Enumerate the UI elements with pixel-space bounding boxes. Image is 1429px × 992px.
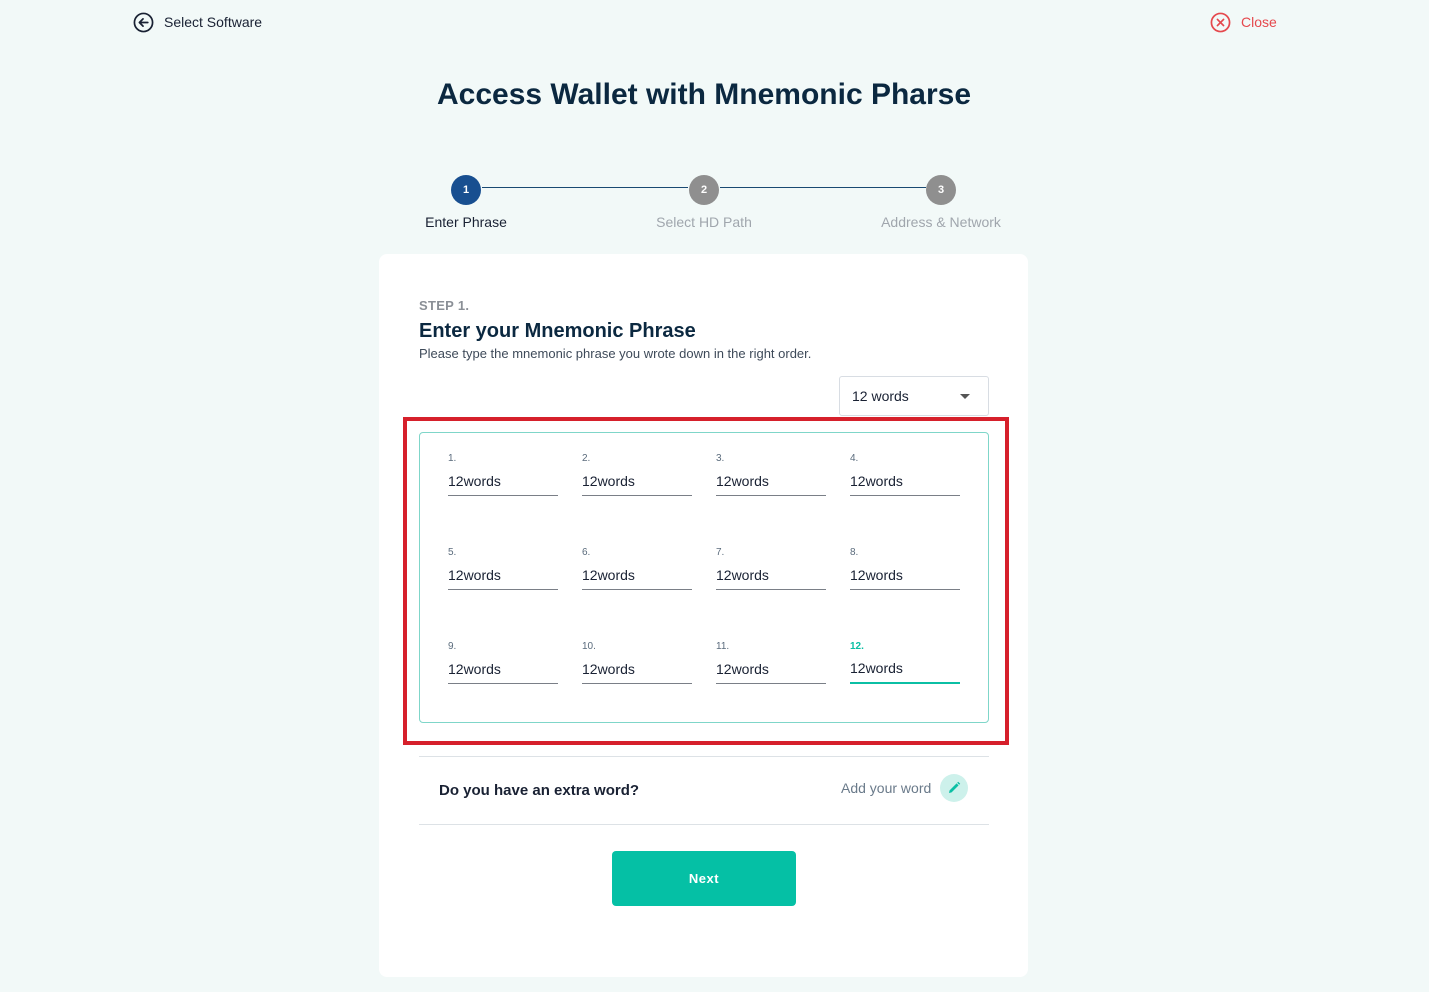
word-count-select[interactable]: 12 words xyxy=(839,376,989,416)
word-input[interactable] xyxy=(850,560,960,590)
word-input[interactable] xyxy=(582,654,692,684)
add-extra-word-button[interactable]: Add your word xyxy=(841,774,969,802)
page-title: Access Wallet with Mnemonic Pharse xyxy=(436,78,972,111)
word-number-label: 3. xyxy=(716,453,725,464)
word-number-label: 6. xyxy=(582,547,591,558)
card-heading: Enter your Mnemonic Phrase xyxy=(419,320,696,342)
word-field: 2. xyxy=(582,453,692,499)
extra-word-question: Do you have an extra word? xyxy=(439,782,640,799)
word-field: 11. xyxy=(716,641,826,687)
back-label: Select Software xyxy=(164,14,263,30)
step-2-indicator: 2 xyxy=(689,175,719,205)
step-3-label: Address & Network xyxy=(881,214,1001,230)
mnemonic-words-grid: 1. 2. 3. 4. 5. 6. 7. 8. xyxy=(419,432,989,723)
word-field-focused: 12. xyxy=(850,641,960,687)
divider xyxy=(419,824,989,825)
close-button[interactable]: Close xyxy=(1210,10,1277,34)
card-subtitle: Please type the mnemonic phrase you wrot… xyxy=(419,346,812,361)
close-label: Close xyxy=(1241,14,1277,30)
word-input[interactable] xyxy=(448,654,558,684)
word-input[interactable] xyxy=(716,654,826,684)
word-field: 8. xyxy=(850,547,960,593)
word-input[interactable] xyxy=(850,466,960,496)
word-input[interactable] xyxy=(448,560,558,590)
word-number-label: 10. xyxy=(582,641,596,652)
word-number-label: 9. xyxy=(448,641,457,652)
word-input[interactable] xyxy=(716,466,826,496)
divider xyxy=(419,756,989,757)
word-field: 1. xyxy=(448,453,558,499)
word-field: 4. xyxy=(850,453,960,499)
word-input[interactable] xyxy=(850,654,960,684)
word-number-label: 5. xyxy=(448,547,457,558)
pencil-icon xyxy=(940,774,969,802)
stepper: 1 2 3 Enter Phrase Select HD Path Addres… xyxy=(420,175,1010,235)
caret-down-icon xyxy=(960,394,970,399)
back-to-select-software[interactable]: Select Software xyxy=(133,10,262,34)
next-button[interactable]: Next xyxy=(612,851,796,906)
mnemonic-card: STEP 1. Enter your Mnemonic Phrase Pleas… xyxy=(379,254,1028,977)
word-count-value: 12 words xyxy=(852,388,909,404)
step-1-indicator: 1 xyxy=(451,175,481,205)
step-tag: STEP 1. xyxy=(419,298,470,313)
word-number-label: 2. xyxy=(582,453,591,464)
step-1-label: Enter Phrase xyxy=(425,214,507,230)
word-number-label: 1. xyxy=(448,453,457,464)
step-connector xyxy=(482,187,688,188)
word-number-label: 8. xyxy=(850,547,859,558)
word-field: 5. xyxy=(448,547,558,593)
step-3-indicator: 3 xyxy=(926,175,956,205)
word-field: 7. xyxy=(716,547,826,593)
word-number-label: 11. xyxy=(716,641,730,652)
arrow-left-circle-icon xyxy=(133,12,154,32)
word-field: 10. xyxy=(582,641,692,687)
word-number-label: 7. xyxy=(716,547,725,558)
close-circle-icon xyxy=(1210,12,1231,32)
word-input[interactable] xyxy=(582,466,692,496)
step-2-label: Select HD Path xyxy=(656,214,752,230)
add-word-label: Add your word xyxy=(841,780,932,796)
word-number-label: 4. xyxy=(850,453,859,464)
step-connector xyxy=(720,187,926,188)
word-field: 6. xyxy=(582,547,692,593)
word-number-label: 12. xyxy=(850,641,864,652)
word-input[interactable] xyxy=(582,560,692,590)
word-field: 3. xyxy=(716,453,826,499)
word-input[interactable] xyxy=(448,466,558,496)
word-field: 9. xyxy=(448,641,558,687)
word-input[interactable] xyxy=(716,560,826,590)
